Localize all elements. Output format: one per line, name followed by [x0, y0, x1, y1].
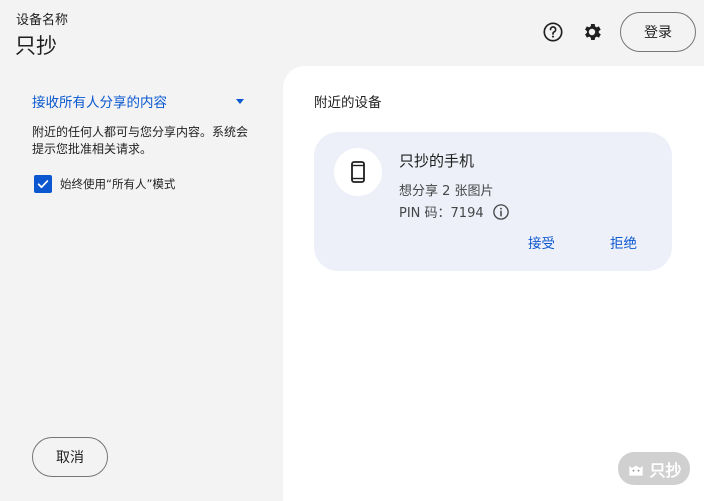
device-avatar: [334, 148, 382, 196]
pin-info-button[interactable]: [492, 203, 510, 221]
smartphone-icon: [351, 161, 365, 183]
nearby-devices-panel: 附近的设备 只抄的手机 想分享 2 张图片 PIN 码：7194 接受 拒绝: [283, 66, 704, 501]
decline-button[interactable]: 拒绝: [610, 232, 637, 252]
check-icon: [37, 180, 49, 189]
device-name-label: 设备名称: [16, 13, 69, 28]
help-icon: [543, 22, 563, 42]
pin-row: PIN 码：7194: [399, 202, 510, 221]
settings-button[interactable]: [580, 20, 604, 44]
cat-logo-icon: [629, 465, 644, 476]
share-request-text: 想分享 2 张图片: [399, 184, 494, 199]
visibility-dropdown[interactable]: 接收所有人分享的内容: [32, 90, 252, 112]
cancel-button[interactable]: 取消: [32, 437, 108, 477]
login-button[interactable]: 登录: [620, 12, 696, 52]
always-everyone-label: 始终使用“所有人”模式: [60, 177, 176, 191]
always-everyone-option: 始终使用“所有人”模式: [34, 175, 175, 193]
sender-device-name: 只抄的手机: [399, 152, 475, 170]
device-name: 只抄: [15, 34, 57, 58]
help-button[interactable]: [541, 20, 565, 44]
quick-share-window: 设备名称 只抄 登录 接收所有人分享的内容 附近的任何人都可与您分享内容。系统会…: [0, 0, 704, 501]
nearby-devices-title: 附近的设备: [314, 95, 382, 111]
watermark: 只抄: [618, 452, 690, 485]
chevron-down-icon: [236, 98, 244, 104]
accept-button[interactable]: 接受: [528, 232, 555, 252]
watermark-text: 只抄: [649, 460, 682, 480]
info-icon: [492, 203, 509, 220]
pin-code: PIN 码：7194: [399, 206, 484, 221]
always-everyone-checkbox[interactable]: [34, 175, 52, 193]
gear-icon: [585, 24, 601, 40]
device-card: 只抄的手机 想分享 2 张图片 PIN 码：7194 接受 拒绝: [314, 132, 672, 271]
visibility-description: 附近的任何人都可与您分享内容。系统会提示您批准相关请求。: [32, 125, 249, 156]
visibility-dropdown-label: 接收所有人分享的内容: [32, 95, 167, 111]
